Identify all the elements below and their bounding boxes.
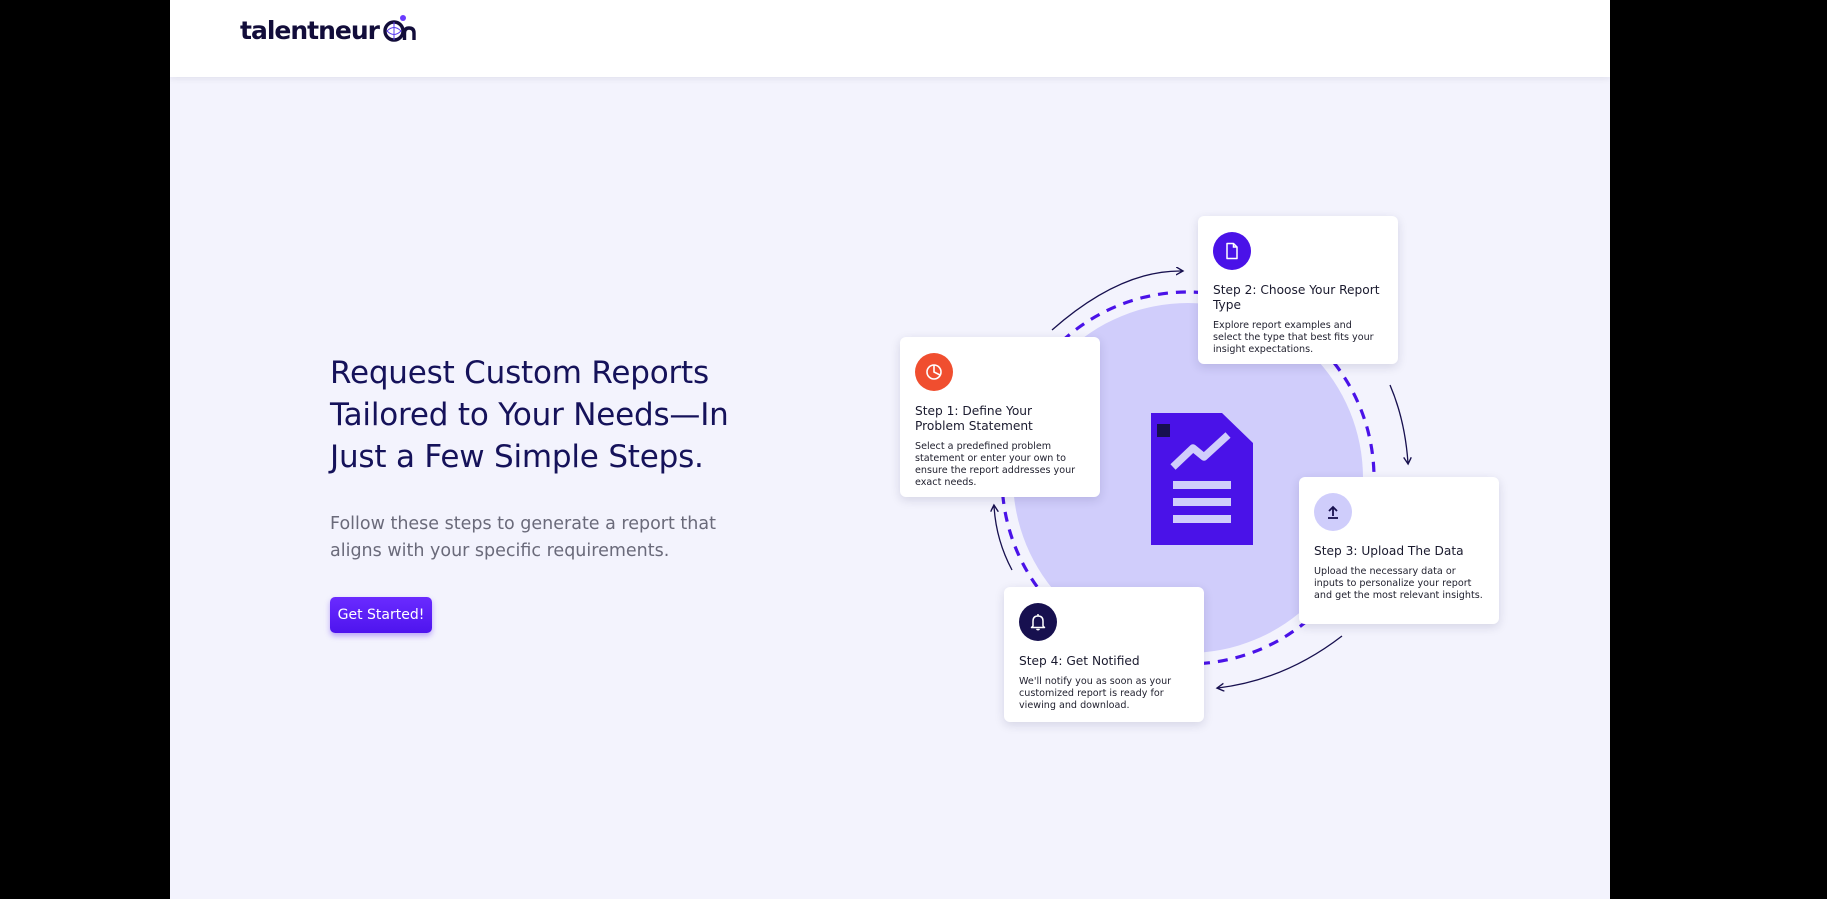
talentneuron-logo[interactable]: talentneur [240,12,418,48]
step-2-card: Step 2: Choose Your Report Type Explore … [1198,216,1398,364]
flow-arrow-top [1051,271,1182,331]
hero-title: Request Custom Reports Tailored to Your … [330,355,729,475]
pie-chart-icon [915,353,953,391]
get-started-button[interactable]: Get Started! [330,597,432,633]
flow-arrow-left [994,506,1013,571]
step-4-description: We'll notify you as soon as your customi… [1019,676,1172,711]
step-1-card: Step 1: Define Your Problem Statement Se… [900,337,1100,497]
top-header: talentneur [170,0,1610,77]
step-2-title: Step 2: Choose Your Report Type [1213,283,1380,312]
flow-arrow-right [1389,384,1408,463]
upload-icon [1314,493,1352,531]
step-2-description: Explore report examples and select the t… [1213,320,1374,355]
step-4-title: Step 4: Get Notified [1019,654,1140,668]
logo-wordmark: talentneur [240,15,380,45]
step-3-card: Step 3: Upload The Data Upload the neces… [1299,477,1499,624]
step-3-title: Step 3: Upload The Data [1314,544,1464,558]
app-page: talentneur Request Custom Reports Tailor… [170,0,1610,899]
step-1-description: Select a predefined problem statement or… [915,441,1076,488]
hero-subtitle: Follow these steps to generate a report … [330,514,716,561]
neuron-globe-icon [380,10,418,51]
step-1-title: Step 1: Define Your Problem Statement [915,404,1033,433]
bell-icon [1019,603,1057,641]
step-4-card: Step 4: Get Notified We'll notify you as… [1004,587,1204,722]
step-3-description: Upload the necessary data or inputs to p… [1314,566,1483,601]
document-icon [1213,232,1251,270]
flow-arrow-bottom [1218,635,1343,688]
report-chart-document-icon [1151,413,1253,545]
